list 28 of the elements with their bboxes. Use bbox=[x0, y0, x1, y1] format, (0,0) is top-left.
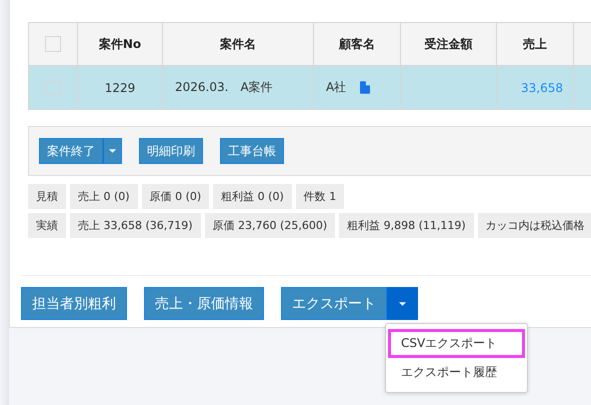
table-cell: 2026.03. A案件 bbox=[175, 79, 273, 96]
summary-value: 売上 33,658 (36,719) bbox=[70, 213, 201, 238]
summary-value: 原価 23,760 (25,600) bbox=[204, 213, 336, 238]
toolbar-button[interactable]: 明細印刷 bbox=[139, 138, 203, 164]
summary-value: カッコ内は税込価格 bbox=[478, 213, 591, 238]
summary-label: 実績 bbox=[28, 213, 66, 238]
table-row[interactable]: 1229 2026.03. A案件 A社 33,658 bbox=[29, 66, 591, 110]
action-button[interactable]: 担当者別粗利 bbox=[21, 287, 127, 320]
caret-icon bbox=[109, 149, 116, 153]
caret-icon bbox=[399, 302, 406, 306]
toolbar-button[interactable]: 案件終了 bbox=[39, 138, 103, 164]
summary-value: 粗利益 9,898 (11,119) bbox=[339, 213, 474, 238]
summary-value: 粗利益 0 (0) bbox=[213, 184, 292, 209]
export-button[interactable]: エクスポート bbox=[281, 287, 387, 320]
table-cell: 1229 bbox=[104, 80, 136, 94]
select-all-checkbox[interactable] bbox=[45, 36, 61, 52]
toolbar-button[interactable]: 工事台帳 bbox=[220, 138, 284, 164]
action-button[interactable]: 売上・原価情報 bbox=[144, 287, 264, 320]
summary-value: 原価 0 (0) bbox=[142, 184, 210, 209]
summary-label: 見積 bbox=[28, 184, 66, 209]
summary-value: 売上 0 (0) bbox=[70, 184, 138, 209]
summary-value: 件数 1 bbox=[296, 184, 344, 209]
document-icon[interactable] bbox=[360, 81, 370, 94]
dropdown-toggle[interactable] bbox=[103, 138, 122, 164]
menu-item[interactable]: CSVエクスポート bbox=[388, 329, 525, 358]
dropdown-toggle[interactable] bbox=[387, 287, 418, 320]
table-cell: A社 bbox=[326, 79, 346, 96]
menu-item[interactable]: エクスポート履歴 bbox=[388, 358, 525, 387]
